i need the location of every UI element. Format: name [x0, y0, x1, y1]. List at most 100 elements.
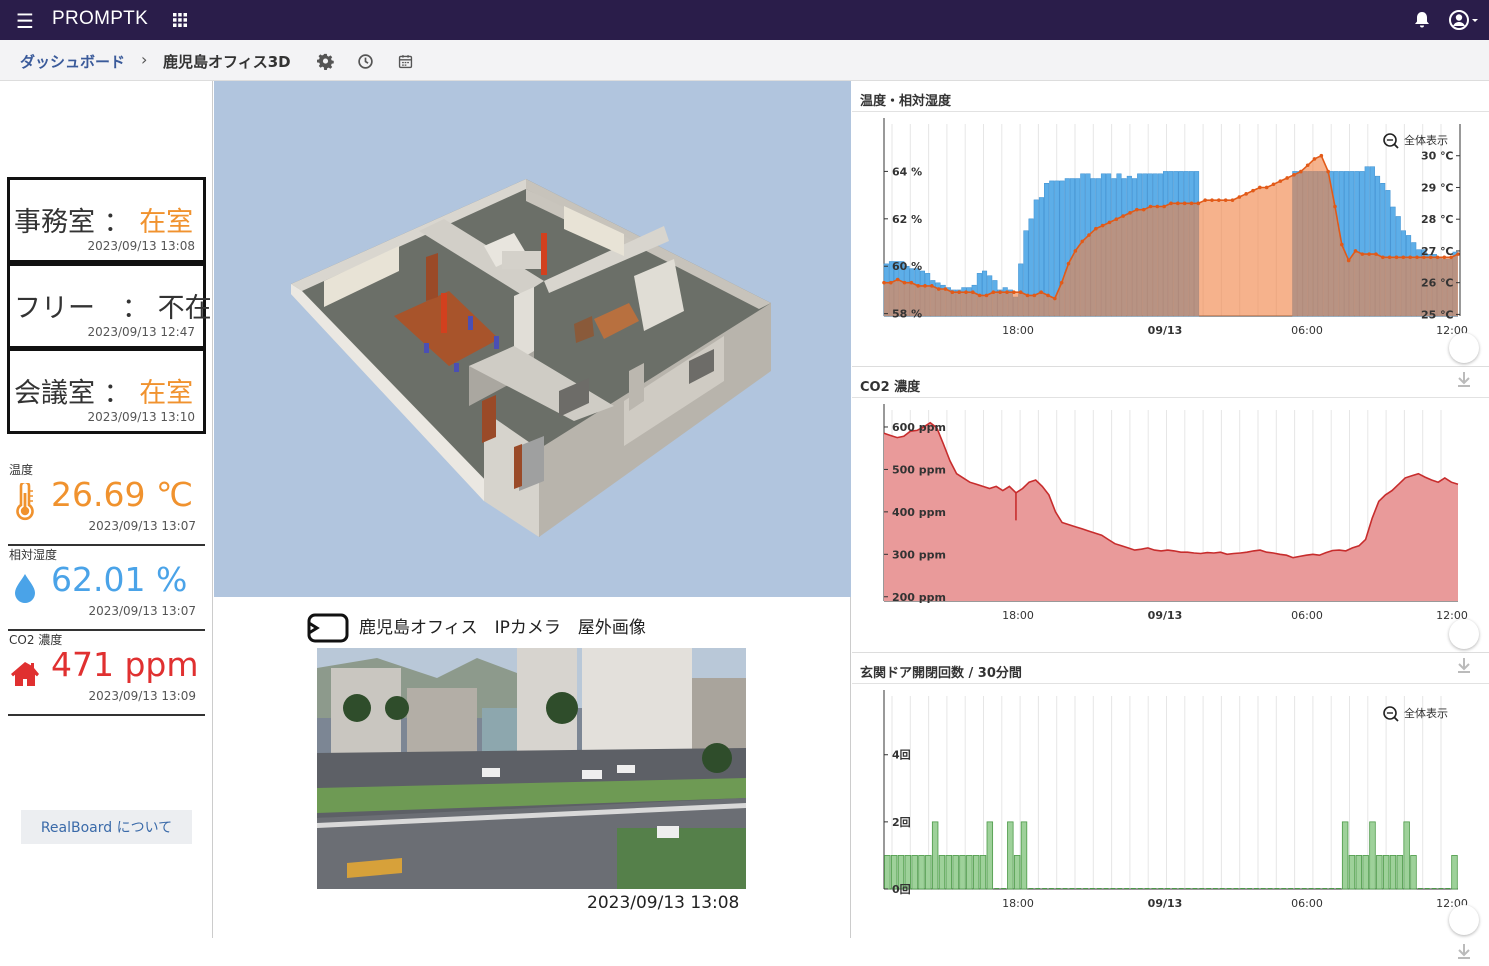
panel-title: 温度・相対湿度: [860, 94, 952, 109]
door-count-bar: [1013, 855, 1021, 890]
sensor-value: 62.01 %: [51, 560, 188, 599]
brand-logo[interactable]: PROMPTK: [52, 8, 148, 30]
sensor-timestamp: 2023/09/13 13:07: [88, 519, 196, 533]
temperature-point: [998, 290, 1002, 294]
temperature-point: [916, 284, 920, 288]
clock-icon[interactable]: [357, 53, 374, 70]
x-tick-label: 18:00: [1002, 897, 1034, 910]
zoom-reset-button[interactable]: 全体表示: [1383, 706, 1448, 722]
door-count-bar: [986, 821, 994, 890]
thermometer-icon: [16, 483, 34, 521]
camera-icon: [307, 613, 349, 643]
door-count-bar: [966, 855, 973, 890]
temperature-point: [909, 280, 914, 285]
x-tick-label: 09/13: [1148, 897, 1183, 910]
temperature-point: [1244, 192, 1248, 196]
about-realboard-button[interactable]: RealBoard について: [21, 810, 192, 844]
door-count-bar: [1020, 821, 1028, 890]
x-tick-label: 06:00: [1291, 609, 1323, 622]
temperature-point: [1340, 242, 1344, 247]
temperature-point: [1312, 157, 1317, 161]
door-count-bar: [1410, 855, 1417, 890]
y-right-tick-label: 28 ℃: [1421, 213, 1453, 226]
door-count-bar: [884, 855, 891, 890]
temperature-point: [971, 290, 975, 294]
temperature-point: [1053, 296, 1057, 301]
office-3d-model[interactable]: [214, 81, 851, 597]
hamburger-menu-icon[interactable]: ☰: [16, 9, 34, 33]
download-chart-button[interactable]: [1449, 333, 1479, 387]
apps-grid-icon[interactable]: [172, 12, 188, 28]
temperature-point: [1374, 252, 1378, 256]
x-tick-label: 18:00: [1002, 609, 1034, 622]
humidity-temperature-chart[interactable]: 18:00 09/13 06:00 12:0058 %60 %62 %64 %25 ℃…: [852, 112, 1489, 367]
download-icon: [1458, 944, 1470, 959]
temperature-point: [1333, 204, 1337, 209]
temperature-point: [936, 287, 941, 291]
breadcrumb: ダッシュボード › 鹿児島オフィス3D: [0, 40, 1489, 81]
door-count-bar: [1341, 821, 1349, 890]
door-count-chart[interactable]: 18:00 09/13 06:00 12:000回2回4回全体表示: [852, 684, 1489, 938]
y-tick-label: 500 ppm: [892, 463, 946, 476]
sensor-humidity: 相対湿度 62.01 % 2023/09/13 13:07: [8, 546, 205, 631]
sensor-value: 471 ppm: [51, 645, 199, 684]
room-timestamp: 2023/09/13 13:10: [87, 410, 195, 424]
co2-chart[interactable]: 18:00 09/13 06:00 12:00200 ppm300 ppm400 pp…: [852, 398, 1489, 653]
zoom-reset-label: 全体表示: [1404, 133, 1448, 147]
bell-icon[interactable]: [1414, 11, 1430, 29]
temperature-point: [1456, 252, 1460, 256]
water-drop-icon: [15, 574, 35, 603]
page-title: 鹿児島オフィス3D: [163, 53, 291, 71]
calendar-icon[interactable]: [397, 53, 414, 70]
door-count-bar: [1403, 821, 1410, 890]
user-account-icon[interactable]: [1448, 9, 1478, 31]
y-tick-label: 400 ppm: [892, 506, 946, 519]
zoom-reset-button[interactable]: 全体表示: [1383, 133, 1448, 149]
temperature-point: [1066, 261, 1071, 266]
zoom-reset-label: 全体表示: [1404, 706, 1448, 720]
temperature-point: [1059, 280, 1064, 285]
temperature-point: [1182, 201, 1187, 206]
temperature-point: [1346, 258, 1351, 263]
sensor-co2: CO2 濃度 471 ppm 2023/09/13 13:09: [8, 631, 205, 716]
door-count-bar: [931, 821, 939, 890]
door-count-bar: [1389, 855, 1397, 890]
temperature-point: [1285, 176, 1289, 180]
temperature-point: [1271, 182, 1276, 187]
gear-icon[interactable]: [317, 53, 334, 70]
temperature-point: [1319, 153, 1324, 158]
camera-image[interactable]: [317, 648, 746, 889]
office-3d-view[interactable]: [214, 81, 851, 597]
temperature-point: [1258, 185, 1262, 190]
door-count-panel: 玄関ドア開閉回数 / 30分間 18:00 09/13 06:00 12:00 0回 2回…: [852, 653, 1489, 959]
breadcrumb-dashboard-link[interactable]: ダッシュボード: [20, 51, 125, 72]
temperature-point: [1394, 255, 1399, 260]
download-chart-button[interactable]: [1449, 619, 1479, 673]
door-count-bar: [918, 855, 925, 890]
sensor-label: 温度: [9, 463, 34, 477]
download-chart-button[interactable]: [1449, 905, 1479, 959]
temperature-point: [1135, 207, 1139, 212]
room-status-free: フリー ： 不在 2023/09/13 12:47: [7, 263, 212, 349]
co2-area: [884, 422, 1458, 601]
room-presence: 在室: [139, 378, 194, 409]
door-count-bar: [1376, 855, 1383, 890]
door-count-bar: [979, 855, 987, 890]
temperature-point: [1292, 172, 1296, 177]
temperature-point: [1237, 195, 1242, 199]
x-tick-label: 09/13: [1148, 609, 1183, 622]
temperature-point: [1005, 290, 1009, 294]
y-right-tick-label: 29 ℃: [1421, 181, 1453, 194]
temperature-point: [1046, 293, 1050, 298]
sensor-timestamp: 2023/09/13 13:07: [88, 604, 196, 618]
y-right-tick-label: 30 ℃: [1421, 150, 1453, 163]
door-count-bar: [945, 855, 953, 890]
temperature-point: [1196, 201, 1201, 206]
temperature-point: [1018, 290, 1023, 294]
y-tick-label: 600 ppm: [892, 421, 946, 434]
door-count-bar: [1007, 821, 1014, 890]
door-count-bar: [1355, 855, 1363, 890]
temperature-point: [1278, 179, 1283, 183]
temperature-point: [1367, 252, 1371, 256]
door-count-bar: [1362, 855, 1369, 890]
